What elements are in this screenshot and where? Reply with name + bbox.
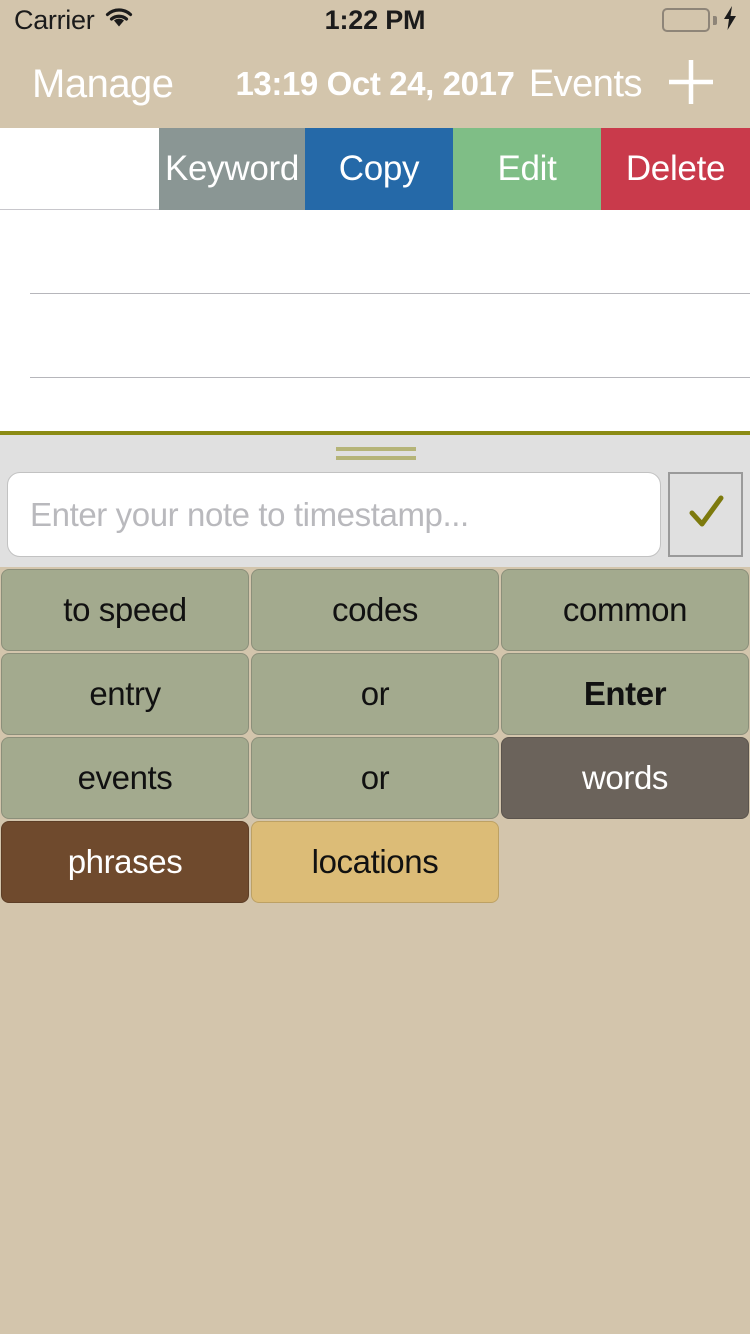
keyword-key[interactable]: common (501, 569, 749, 651)
keyword-key[interactable]: or (251, 737, 499, 819)
checkmark-icon (684, 490, 728, 539)
keyword-key[interactable]: locations (251, 821, 499, 903)
row-action-keyword-button[interactable]: Keyword (159, 128, 305, 210)
lightning-bolt-icon (722, 5, 738, 35)
confirm-note-button[interactable] (668, 472, 743, 557)
keyword-pad-row: events or words (0, 736, 750, 820)
row-action-bar: Keyword Copy Edit Delete (0, 128, 750, 210)
keyword-pad-row: entry or Enter (0, 652, 750, 736)
keyword-key[interactable]: phrases (1, 821, 249, 903)
keyword-key[interactable]: codes (251, 569, 499, 651)
keyword-key[interactable]: words (501, 737, 749, 819)
events-list[interactable] (0, 210, 750, 431)
keyword-key[interactable]: or (251, 653, 499, 735)
list-separator (30, 377, 750, 378)
note-input-zone (0, 472, 750, 560)
keyword-key[interactable]: entry (1, 653, 249, 735)
battery-full-icon (662, 8, 710, 32)
keyword-key-enter[interactable]: Enter (501, 653, 749, 735)
add-button[interactable] (654, 40, 728, 128)
keyword-pad-row: phrases locations (0, 820, 750, 904)
list-row-content-area[interactable] (0, 128, 159, 210)
app-screen: Carrier 1:22 PM Manage 13:19 Oct 24, 201… (0, 0, 750, 1334)
plus-icon (663, 54, 719, 115)
navigation-bar: Manage 13:19 Oct 24, 2017 Events (0, 40, 750, 128)
list-separator (30, 293, 750, 294)
note-input[interactable] (7, 472, 661, 557)
row-action-copy-button[interactable]: Copy (305, 128, 453, 210)
row-action-delete-button[interactable]: Delete (601, 128, 750, 210)
status-bar: Carrier 1:22 PM (0, 0, 750, 40)
drag-handle-icon[interactable] (336, 447, 416, 460)
note-input-panel (0, 431, 750, 567)
status-bar-right (662, 0, 738, 40)
keyword-pad-row: to speed codes common (0, 568, 750, 652)
keyword-key[interactable]: to speed (1, 569, 249, 651)
keyword-key[interactable]: events (1, 737, 249, 819)
row-action-edit-button[interactable]: Edit (453, 128, 601, 210)
keyword-pad: to speed codes common entry or Enter eve… (0, 568, 750, 904)
nav-events-button[interactable]: Events (529, 40, 643, 128)
keyword-key-placeholder (501, 821, 749, 903)
status-bar-clock: 1:22 PM (324, 4, 426, 35)
battery-nub-icon (713, 15, 717, 25)
